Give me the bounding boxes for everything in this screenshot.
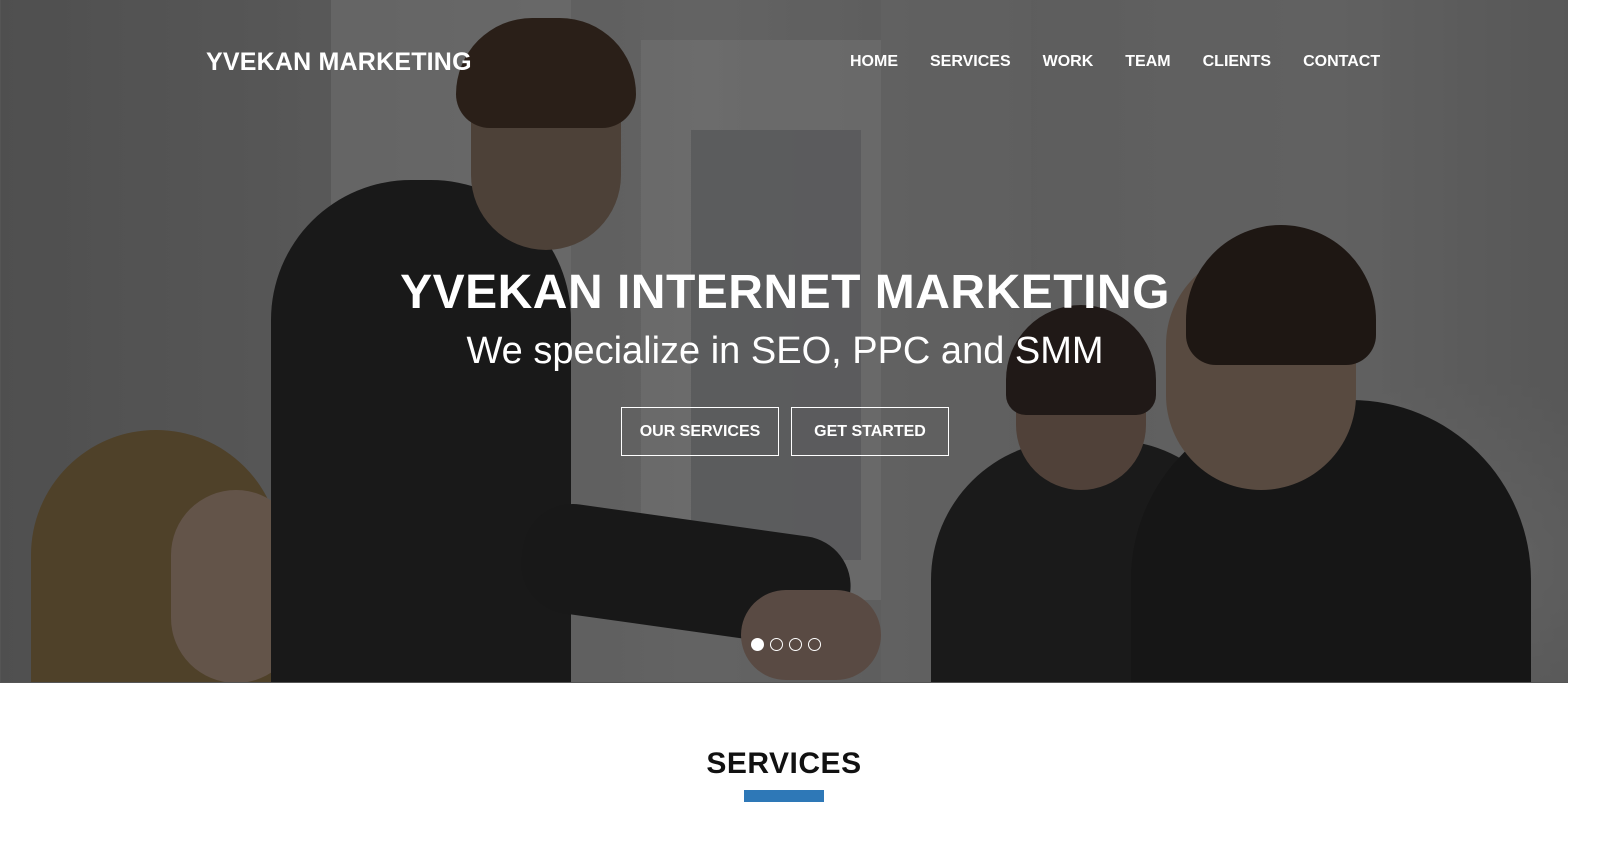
nav-item-services[interactable]: SERVICES [930, 51, 1011, 73]
nav-item-team[interactable]: TEAM [1125, 51, 1170, 73]
slider-dot[interactable] [751, 638, 764, 651]
hero-section: YVEKAN MARKETING HOME SERVICES WORK TEAM… [0, 0, 1568, 683]
nav-item-work[interactable]: WORK [1043, 51, 1094, 73]
slider-dot[interactable] [789, 638, 802, 651]
hero-subtitle: We specialize in SEO, PPC and SMM [466, 330, 1104, 372]
our-services-button[interactable]: OUR SERVICES [621, 407, 779, 456]
brand-logo[interactable]: YVEKAN MARKETING [206, 45, 472, 79]
get-started-button[interactable]: GET STARTED [791, 407, 949, 456]
main-nav: HOME SERVICES WORK TEAM CLIENTS CONTACT [850, 51, 1380, 73]
slider-dot[interactable] [770, 638, 783, 651]
nav-item-home[interactable]: HOME [850, 51, 898, 73]
slider-pagination [751, 638, 821, 651]
nav-item-contact[interactable]: CONTACT [1303, 51, 1380, 73]
slider-dot[interactable] [808, 638, 821, 651]
services-heading-underline [744, 790, 824, 802]
nav-item-clients[interactable]: CLIENTS [1203, 51, 1271, 73]
hero-title: YVEKAN INTERNET MARKETING [400, 266, 1170, 319]
services-heading: SERVICES [706, 747, 862, 780]
